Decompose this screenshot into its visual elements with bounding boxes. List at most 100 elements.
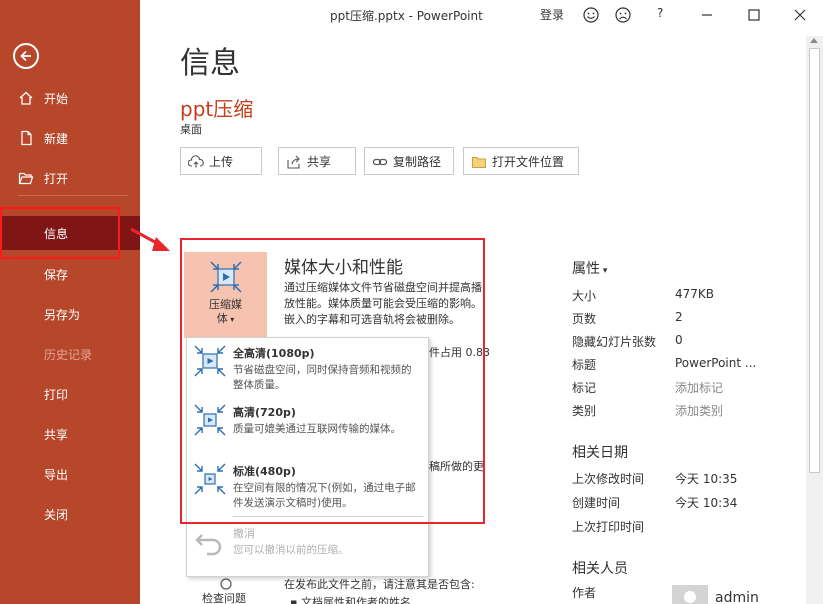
backstage-sidebar: 开始 新建 打开 信息 保存 另存为 历史记录 打印 共享 导出 关闭 [0, 0, 140, 604]
option-title: 撤消 [233, 527, 255, 540]
smile-icon[interactable] [583, 7, 599, 23]
highlight-box [0, 207, 120, 259]
nav-item-save[interactable]: 保存 [0, 257, 140, 291]
date-key: 上次修改时间 [572, 472, 645, 486]
property-value: 2 [675, 310, 683, 324]
nav-item-history: 历史记录 [0, 337, 140, 371]
copy-path-label: 复制路径 [393, 154, 442, 169]
nav-item-label: 历史记录 [44, 347, 93, 362]
undo-icon [195, 534, 222, 556]
login-link[interactable]: 登录 [540, 6, 564, 23]
tags-field[interactable]: 添加标记 [675, 379, 723, 396]
property-value: 0 [675, 333, 683, 347]
share-button[interactable]: 共享 [278, 147, 356, 175]
inspect-description: 在发布此文件之前，请注意其是否包含: [284, 578, 475, 591]
author-key: 作者 [572, 586, 597, 600]
open-folder-icon [18, 172, 34, 185]
folder-icon [472, 157, 486, 168]
document-name: ppt压缩 [180, 97, 254, 121]
inspect-document-button[interactable]: 检查问题 [202, 590, 246, 604]
nav-item-open[interactable]: 打开 [0, 161, 140, 195]
properties-heading-label: 属性 [572, 261, 600, 277]
title-bar: ppt压缩.pptx - PowerPoint 登录 ? [140, 0, 823, 30]
property-key: 页数 [572, 312, 597, 326]
categories-field[interactable]: 添加类别 [675, 402, 723, 419]
nav-item-home[interactable]: 开始 [0, 81, 140, 115]
nav-item-label: 导出 [44, 467, 69, 482]
close-icon[interactable] [793, 8, 807, 22]
nav-item-label: 关闭 [44, 507, 69, 522]
author-name[interactable]: admin [715, 590, 759, 604]
nav-item-label: 保存 [44, 267, 69, 282]
nav-item-print[interactable]: 打印 [0, 377, 140, 411]
nav-item-close[interactable]: 关闭 [0, 497, 140, 531]
nav-item-label: 打开 [44, 171, 69, 186]
upload-button[interactable]: 上传 [180, 147, 262, 175]
property-row: 大小 477KB [572, 287, 762, 307]
date-row: 上次修改时间 今天 10:35 [572, 470, 762, 490]
title-field[interactable]: PowerPoint ... [675, 356, 756, 370]
help-button[interactable]: ? [657, 6, 663, 20]
red-arrow-icon [130, 227, 170, 251]
chevron-down-icon: ▾ [600, 266, 608, 276]
scrollbar-thumb[interactable] [809, 48, 820, 473]
date-row: 创建时间 今天 10:34 [572, 494, 762, 514]
property-key: 标题 [572, 358, 597, 372]
share-icon [287, 155, 300, 169]
date-key: 上次打印时间 [572, 520, 645, 534]
scroll-up-icon[interactable] [810, 38, 818, 43]
property-key: 大小 [572, 289, 597, 303]
nav-item-share[interactable]: 共享 [0, 417, 140, 451]
document-location: 桌面 [180, 123, 202, 136]
property-row: 标题 PowerPoint ... [572, 356, 762, 376]
maximize-icon[interactable] [747, 8, 761, 22]
nav-item-label: 打印 [44, 387, 69, 402]
vertical-scrollbar[interactable] [806, 36, 823, 604]
arrow-left-icon [20, 50, 31, 62]
undo-compress-option: 撤消 您可以撤消以前的压缩。 [187, 518, 428, 576]
frown-icon[interactable] [615, 7, 631, 23]
related-people-heading: 相关人员 [572, 561, 628, 577]
property-row: 隐藏幻灯片张数 0 [572, 333, 762, 353]
nav-item-label: 新建 [44, 131, 69, 146]
back-button[interactable] [13, 43, 39, 69]
nav-item-save-as[interactable]: 另存为 [0, 297, 140, 331]
window-title: ppt压缩.pptx - PowerPoint [330, 9, 483, 23]
highlight-box [180, 238, 485, 524]
property-key: 隐藏幻灯片张数 [572, 335, 657, 349]
home-icon [19, 91, 33, 105]
related-dates-heading: 相关日期 [572, 445, 628, 461]
date-value: 今天 10:35 [675, 472, 738, 486]
inspect-bullet: ▪ 文档属性和作者的姓名 [290, 594, 411, 604]
nav-item-export[interactable]: 导出 [0, 457, 140, 491]
minimize-icon[interactable] [700, 8, 714, 22]
inspect-document-icon [220, 578, 232, 590]
inspect-bullet-text: 文档属性和作者的姓名 [300, 596, 411, 604]
property-row: 标记 添加标记 [572, 379, 762, 399]
page-title: 信息 [180, 46, 240, 81]
avatar[interactable] [672, 585, 708, 604]
link-icon [372, 158, 388, 166]
nav-item-label: 开始 [44, 91, 69, 106]
nav-item-new[interactable]: 新建 [0, 121, 140, 155]
person-icon [684, 591, 696, 603]
property-row: 页数 2 [572, 310, 762, 330]
nav-item-label: 共享 [44, 427, 69, 442]
cloud-upload-icon [188, 155, 204, 168]
properties-heading[interactable]: 属性 ▾ [572, 258, 607, 278]
new-document-icon [21, 130, 32, 146]
date-row: 上次打印时间 [572, 518, 762, 538]
nav-item-label: 另存为 [44, 307, 81, 322]
copy-path-button[interactable]: 复制路径 [364, 147, 454, 175]
date-value: 今天 10:34 [675, 496, 738, 510]
share-label: 共享 [307, 154, 332, 169]
option-description: 您可以撤消以前的压缩。 [233, 544, 349, 556]
property-key: 标记 [572, 381, 597, 395]
nav-divider [18, 195, 128, 196]
property-key: 类别 [572, 404, 597, 418]
upload-label: 上传 [209, 154, 234, 169]
open-location-button[interactable]: 打开文件位置 [463, 147, 579, 175]
property-row: 类别 添加类别 [572, 402, 762, 422]
property-value: 477KB [675, 287, 715, 301]
open-location-label: 打开文件位置 [492, 154, 565, 169]
